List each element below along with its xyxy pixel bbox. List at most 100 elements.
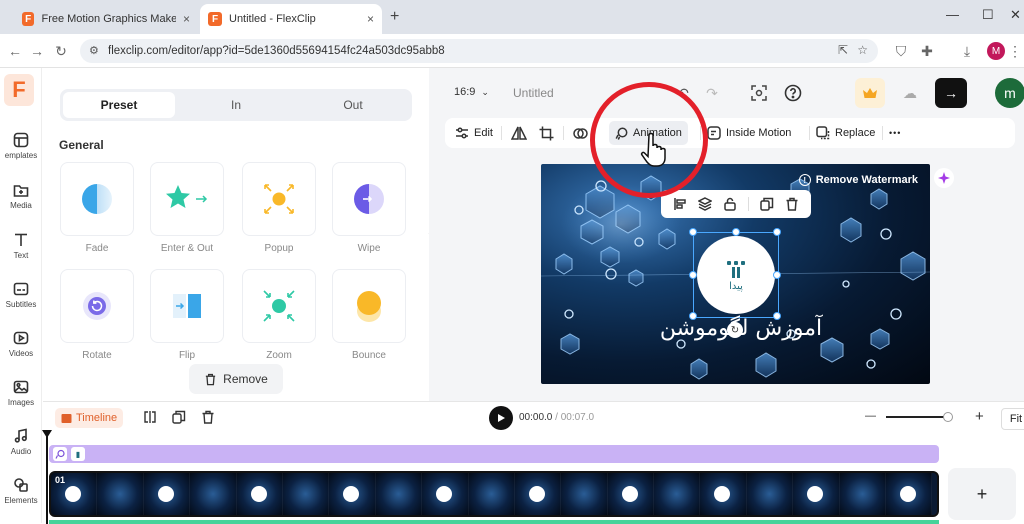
restore-button[interactable]: ☐ <box>982 7 994 23</box>
rail-item-media[interactable]: Media <box>0 182 42 210</box>
timeline-toggle-button[interactable]: Timeline <box>55 408 124 428</box>
layers-icon[interactable] <box>697 197 712 211</box>
overlay-track[interactable]: ▮ <box>49 445 939 463</box>
browser-menu-icon[interactable]: ⋮ <box>1006 42 1024 60</box>
profile-avatar[interactable]: M <box>987 42 1005 60</box>
resize-handle[interactable] <box>773 228 781 236</box>
download-icon[interactable]: ⤓ <box>958 42 976 60</box>
preset-enter-out[interactable] <box>150 162 224 236</box>
split-icon[interactable] <box>141 408 159 426</box>
tab-close-icon[interactable]: × <box>183 12 190 26</box>
rail-item-subtitles[interactable]: Subtitles <box>0 281 42 309</box>
rail-item-videos[interactable]: Videos <box>0 330 42 358</box>
selection-box[interactable] <box>689 228 781 320</box>
edit-button[interactable]: Edit <box>455 118 493 148</box>
url-field[interactable]: ⚙ flexclip.com/editor/app?id=5de1360d556… <box>80 39 878 63</box>
upgrade-crown-button[interactable] <box>855 78 885 108</box>
site-info-icon[interactable]: ⚙ <box>89 44 99 57</box>
back-icon[interactable]: ← <box>6 42 24 60</box>
reload-icon[interactable]: ↻ <box>52 42 70 60</box>
tab-close-icon[interactable]: × <box>367 12 374 26</box>
unlock-icon[interactable] <box>723 197 737 211</box>
zoom-out-button[interactable]: — <box>865 410 876 422</box>
clip-thumbnail <box>700 473 747 515</box>
tab-preset[interactable]: Preset <box>63 92 175 118</box>
duplicate-icon[interactable] <box>760 197 774 211</box>
fit-button[interactable]: Fit <box>1001 408 1024 430</box>
project-title[interactable]: Untitled <box>513 86 554 100</box>
animation-layer-icon[interactable] <box>53 447 67 461</box>
delete-icon[interactable] <box>785 197 799 211</box>
audio-track[interactable] <box>49 520 939 524</box>
video-canvas[interactable]: ! Remove Watermark پیدا آموزش لگوموشن ↻ <box>541 164 930 384</box>
browser-tab-strip: F Free Motion Graphics Maker O × F Untit… <box>0 0 1024 34</box>
cloud-save-icon[interactable]: ☁ <box>899 82 921 104</box>
duplicate-clip-icon[interactable] <box>170 408 188 426</box>
browser-tab-motion-graphics[interactable]: F Free Motion Graphics Maker O × <box>14 4 198 34</box>
extensions-icon[interactable]: ✚ <box>918 42 936 60</box>
shield-extension-icon[interactable]: ⛉ <box>892 42 910 60</box>
popup-icon <box>264 184 294 214</box>
star-enter-icon <box>166 185 208 208</box>
delete-clip-icon[interactable] <box>199 408 217 426</box>
preset-zoom[interactable] <box>242 269 316 343</box>
aspect-ratio-dropdown[interactable]: 16:9 ⌄ <box>454 86 489 98</box>
subtitles-icon <box>13 282 29 296</box>
resize-handle[interactable] <box>689 271 697 279</box>
preset-wipe[interactable] <box>332 162 406 236</box>
rail-item-templates[interactable]: emplates <box>0 132 42 160</box>
user-avatar[interactable]: m <box>995 78 1024 108</box>
clip-thumbnail <box>839 473 887 515</box>
rail-item-text[interactable]: Text <box>0 232 42 260</box>
replace-button[interactable]: Replace <box>816 118 875 148</box>
install-app-icon[interactable]: ⇱ <box>838 43 848 57</box>
remove-animation-button[interactable]: Remove <box>189 364 283 394</box>
chevron-down-icon: ⌄ <box>481 87 489 97</box>
rail-item-elements[interactable]: Elements <box>0 477 42 505</box>
add-clip-button[interactable]: + <box>948 468 1016 520</box>
zoom-slider[interactable] <box>886 416 948 418</box>
clip-thumbnail <box>886 473 933 515</box>
tab-out[interactable]: Out <box>297 92 409 118</box>
help-icon[interactable] <box>782 82 804 104</box>
close-window-button[interactable]: ✕ <box>1010 7 1021 23</box>
wipe-icon <box>354 184 384 214</box>
export-button[interactable]: → <box>935 78 967 108</box>
align-icon[interactable] <box>673 197 687 211</box>
new-tab-button[interactable]: + <box>390 8 399 26</box>
minimize-button[interactable]: — <box>946 7 959 22</box>
preset-fade[interactable] <box>60 162 134 236</box>
play-button[interactable] <box>489 406 513 430</box>
playhead[interactable] <box>46 434 48 524</box>
inside-motion-button[interactable]: Inside Motion <box>707 118 791 148</box>
bookmark-star-icon[interactable]: ☆ <box>857 43 868 57</box>
rotate-handle-icon[interactable]: ↻ <box>727 322 743 338</box>
more-options-button[interactable]: ••• <box>889 118 901 148</box>
video-track[interactable]: 01 <box>49 471 939 517</box>
flip-button[interactable] <box>511 118 527 148</box>
preset-flip[interactable] <box>150 269 224 343</box>
clip-thumbnail <box>422 473 469 515</box>
forward-icon[interactable]: → <box>28 42 46 60</box>
tab-in[interactable]: In <box>180 92 292 118</box>
flexclip-logo[interactable]: F <box>4 74 34 106</box>
logo-layer-icon[interactable]: ▮ <box>71 447 85 461</box>
preset-rotate[interactable] <box>60 269 134 343</box>
flexclip-favicon: F <box>22 12 35 26</box>
redo-icon[interactable]: ↷ <box>701 82 723 104</box>
preset-popup[interactable] <box>242 162 316 236</box>
remove-watermark-button[interactable]: ! Remove Watermark <box>798 174 918 186</box>
screenshot-icon[interactable] <box>748 82 770 104</box>
rail-item-images[interactable]: Images <box>0 379 42 407</box>
preset-bounce[interactable] <box>332 269 406 343</box>
zoom-slider-handle[interactable] <box>943 412 953 422</box>
zoom-in-button[interactable]: + <box>975 408 984 425</box>
ai-magic-icon[interactable] <box>934 168 954 188</box>
browser-tab-flexclip[interactable]: F Untitled - FlexClip × <box>200 4 382 34</box>
mask-button[interactable] <box>573 118 588 148</box>
resize-handle[interactable] <box>689 228 697 236</box>
crop-button[interactable] <box>539 118 554 148</box>
resize-handle[interactable] <box>732 228 740 236</box>
rail-item-audio[interactable]: Audio <box>0 428 42 456</box>
resize-handle[interactable] <box>773 271 781 279</box>
